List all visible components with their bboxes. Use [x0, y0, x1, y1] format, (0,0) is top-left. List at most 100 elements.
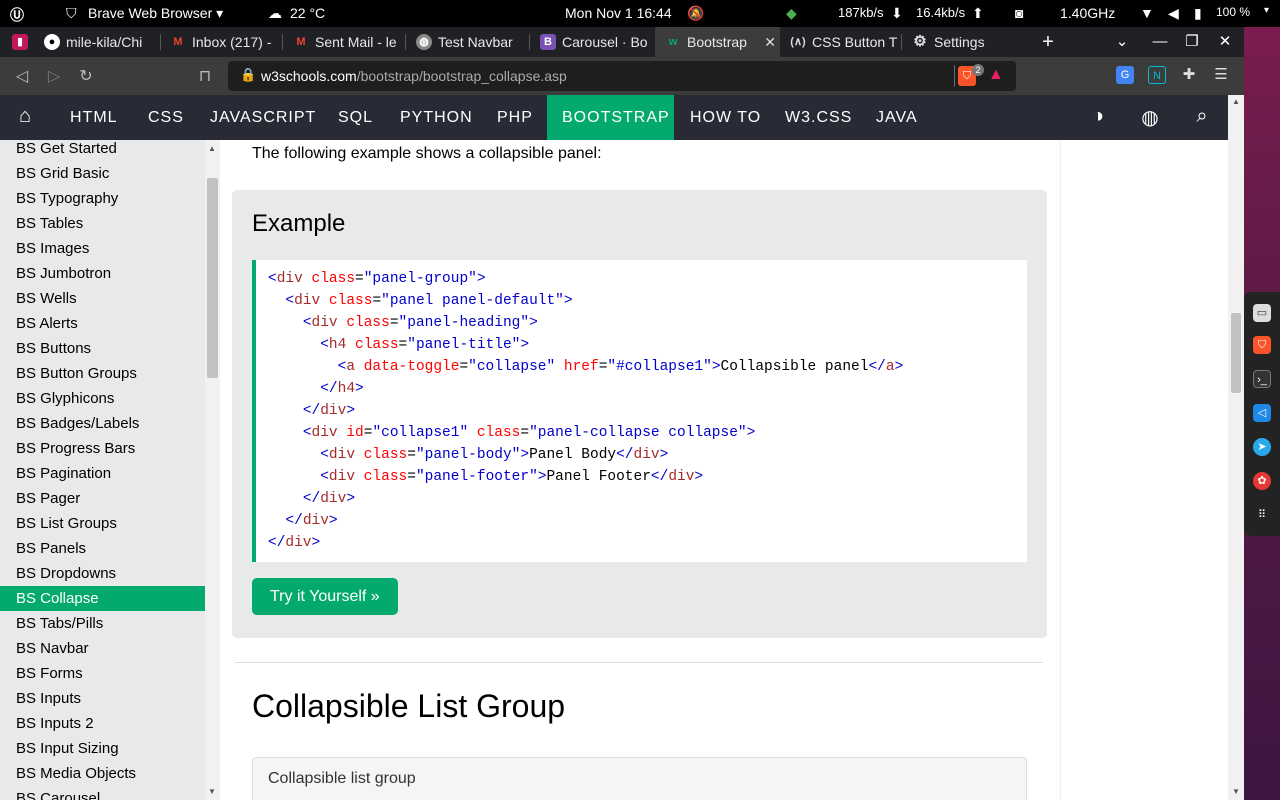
nav-bootstrap[interactable]: BOOTSTRAP [547, 95, 674, 140]
minimize-button[interactable]: — [1145, 27, 1175, 57]
nav-css[interactable]: CSS [133, 95, 199, 140]
nav-w3css[interactable]: W3.CSS [770, 95, 867, 140]
scroll-down-arrow[interactable]: ▼ [1232, 787, 1240, 796]
forward-button[interactable]: ▷ [43, 66, 65, 86]
system-menu-icon[interactable]: ▾ [1264, 5, 1269, 16]
tab-settings[interactable]: ⚙ Settings [902, 27, 1024, 57]
apps-grid-icon[interactable]: ⠿ [1253, 506, 1271, 524]
tab-bootstrap-active[interactable]: w Bootstrap ✕ [655, 27, 780, 57]
nav-sql[interactable]: SQL [323, 95, 388, 140]
scroll-thumb[interactable] [1231, 313, 1241, 393]
ubuntu-software-icon[interactable]: ✿ [1253, 472, 1271, 490]
sidebar-item[interactable]: BS Wells [0, 286, 205, 311]
nav-javascript[interactable]: JAVASCRIPT [195, 95, 331, 140]
volume-icon[interactable]: ◀ [1168, 5, 1179, 22]
translate-extension-icon[interactable]: G [1116, 66, 1134, 84]
tab-search-button[interactable]: ⌄ [1107, 27, 1137, 57]
extensions-puzzle-icon[interactable]: ✚ [1180, 66, 1198, 84]
tab-github[interactable]: ● mile-kila/Chi [34, 27, 158, 57]
net-up: 16.4kb/s [916, 5, 966, 20]
sidebar-item[interactable]: BS Pagination [0, 461, 205, 486]
net-down: 187kb/s [838, 5, 884, 20]
sidebar-item[interactable]: BS Panels [0, 536, 205, 561]
reload-button[interactable]: ↻ [75, 66, 97, 86]
tab-carousel[interactable]: B Carousel · Bo [530, 27, 654, 57]
sidebar-item-active[interactable]: BS Collapse [0, 586, 205, 611]
sidebar-item[interactable]: BS Media Objects [0, 761, 205, 786]
new-tab-button[interactable]: + [1033, 27, 1063, 57]
sidebar-item[interactable]: BS Pager [0, 486, 205, 511]
nav-php[interactable]: PHP [482, 95, 548, 140]
page-scrollbar[interactable]: ▲ ▼ [1228, 95, 1244, 800]
vscode-icon[interactable]: ◁ [1253, 404, 1271, 422]
sidebar-item[interactable]: BS Badges/Labels [0, 411, 205, 436]
close-tab-icon[interactable]: ✕ [764, 27, 776, 57]
sidebar-item[interactable]: BS Inputs [0, 686, 205, 711]
tab-label: Test Navbar [438, 34, 513, 50]
terminal-icon[interactable]: ›_ [1253, 370, 1271, 388]
sidebar-item[interactable]: BS Jumbotron [0, 261, 205, 286]
clock[interactable]: Mon Nov 1 16:44 [565, 5, 672, 21]
sidebar-item[interactable]: BS Grid Basic [0, 161, 205, 186]
maximize-button[interactable]: ❐ [1177, 27, 1207, 57]
sidebar-item[interactable]: BS Navbar [0, 636, 205, 661]
menu-icon[interactable]: ☰ [1212, 66, 1230, 84]
sidebar-item[interactable]: BS Buttons [0, 336, 205, 361]
sidebar-scrollbar[interactable]: ▲ ▼ [205, 140, 220, 800]
files-icon[interactable]: ▭ [1253, 304, 1271, 322]
sidebar-item[interactable]: BS Dropdowns [0, 561, 205, 586]
app-menu[interactable]: Brave Web Browser ▾ [88, 5, 223, 22]
sidebar-item[interactable]: BS Tables [0, 211, 205, 236]
tab-inbox[interactable]: M Inbox (217) - [160, 27, 280, 57]
scroll-up-arrow[interactable]: ▲ [1232, 97, 1240, 106]
address-bar[interactable]: 🔒 w3schools.com/bootstrap/bootstrap_coll… [228, 61, 1016, 91]
tab-sent-mail[interactable]: M Sent Mail - le [283, 27, 403, 57]
sidebar-item[interactable]: BS Progress Bars [0, 436, 205, 461]
scroll-thumb[interactable] [207, 178, 218, 378]
sidebar-item[interactable]: BS Carousel [0, 786, 205, 800]
sidebar-item[interactable]: BS Typography [0, 186, 205, 211]
telegram-icon[interactable]: ➤ [1253, 438, 1271, 456]
section-heading: Collapsible List Group [252, 688, 566, 724]
wifi-icon[interactable]: ▼ [1140, 5, 1154, 21]
activities-icon[interactable]: Ⓤ [10, 5, 24, 25]
sidebar-item[interactable]: BS Input Sizing [0, 736, 205, 761]
tab-css-button[interactable]: (∧) CSS Button T [780, 27, 900, 57]
search-icon[interactable]: ⌕ [1189, 105, 1215, 128]
list-group-title[interactable]: Collapsible list group [268, 770, 416, 788]
dark-mode-icon[interactable]: ◑ [1085, 105, 1111, 128]
nav-java[interactable]: JAVA [861, 95, 933, 140]
battery-icon[interactable]: ▮ [1194, 5, 1202, 22]
nav-html[interactable]: HTML [55, 95, 133, 140]
close-window-button[interactable]: ✕ [1210, 27, 1240, 57]
brave-rewards-icon[interactable]: ▲ [988, 66, 1004, 84]
back-button[interactable]: ◁ [11, 66, 33, 86]
intro-text: The following example shows a collapsibl… [252, 145, 602, 162]
url-text[interactable]: w3schools.com/bootstrap/bootstrap_collap… [261, 68, 567, 84]
sidebar-item[interactable]: BS Alerts [0, 311, 205, 336]
nav-how-to[interactable]: HOW TO [675, 95, 776, 140]
nav-python[interactable]: PYTHON [385, 95, 488, 140]
extension-icon[interactable]: N [1148, 66, 1166, 84]
pinned-app-icon[interactable]: ▮ [12, 34, 28, 50]
sidebar-item[interactable]: BS List Groups [0, 511, 205, 536]
code-line: </div> [302, 403, 356, 419]
scroll-up-arrow[interactable]: ▲ [208, 144, 216, 153]
sidebar-item[interactable]: BS Forms [0, 661, 205, 686]
divider [235, 662, 1043, 663]
try-it-yourself-button[interactable]: Try it Yourself » [252, 578, 398, 615]
screenshot-icon[interactable]: ◙ [1015, 5, 1023, 21]
sidebar-item[interactable]: BS Glyphicons [0, 386, 205, 411]
bookmark-icon[interactable]: ⊓ [194, 66, 216, 86]
home-icon[interactable]: ⌂ [12, 105, 38, 128]
sidebar-item[interactable]: BS Button Groups [0, 361, 205, 386]
sidebar-item[interactable]: BS Images [0, 236, 205, 261]
sidebar-item[interactable]: BS Get Started [0, 140, 205, 161]
globe-icon[interactable]: ◍ [1137, 105, 1163, 130]
tab-test-navbar[interactable]: ◍ Test Navbar [406, 27, 528, 57]
scroll-down-arrow[interactable]: ▼ [208, 787, 216, 796]
sidebar-item[interactable]: BS Inputs 2 [0, 711, 205, 736]
lock-icon[interactable]: 🔒 [240, 67, 256, 83]
brave-dock-icon[interactable]: ⛉ [1253, 336, 1271, 354]
sidebar-item[interactable]: BS Tabs/Pills [0, 611, 205, 636]
